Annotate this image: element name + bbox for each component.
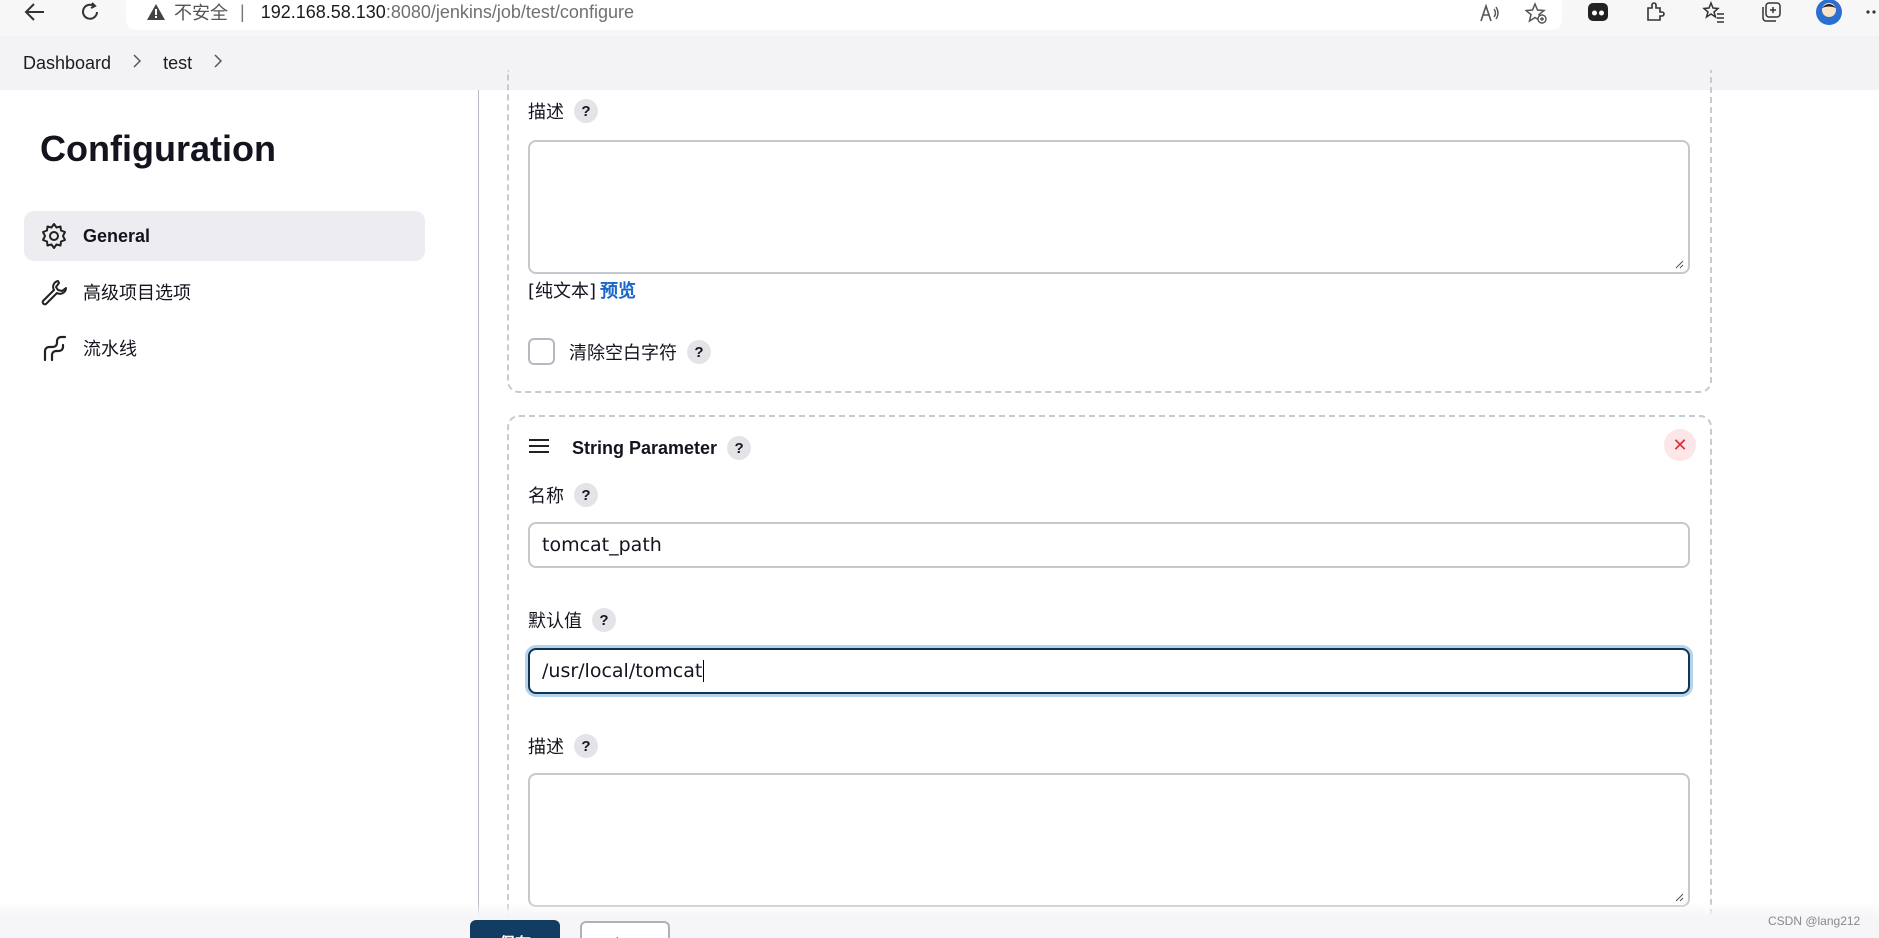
description-label: 描述 ? xyxy=(528,733,598,759)
description-label-text: 描述 xyxy=(528,102,564,123)
url-path: :8080/jenkins/job/test/configure xyxy=(385,1,634,22)
resize-handle-icon[interactable] xyxy=(1674,892,1684,902)
more-menu-icon[interactable] xyxy=(1860,0,1879,24)
breadcrumb-test[interactable]: test xyxy=(163,53,192,74)
profile-avatar-icon[interactable] xyxy=(1814,0,1844,25)
chevron-right-icon[interactable] xyxy=(214,53,223,73)
trim-label-text[interactable]: 清除空白字符 xyxy=(569,339,677,365)
plain-text-label: [纯文本] xyxy=(528,281,597,302)
save-button[interactable]: 保存 xyxy=(470,920,560,938)
insecure-label: 不安全 xyxy=(174,3,228,24)
format-info: [纯文本] 预览 xyxy=(528,277,636,303)
read-aloud-icon[interactable] xyxy=(1478,2,1502,24)
favorites-icon[interactable] xyxy=(1700,0,1728,24)
default-value-label: 默认值 ? xyxy=(528,607,616,633)
extension-app-icon[interactable] xyxy=(1584,0,1612,24)
preview-link[interactable]: 预览 xyxy=(600,281,636,302)
apply-button[interactable]: 应用 xyxy=(580,921,670,938)
back-icon[interactable] xyxy=(20,0,50,24)
name-input-value: tomcat_path xyxy=(542,534,662,556)
url-host: 192.168.58.130 xyxy=(260,1,386,22)
description-label-text: 描述 xyxy=(528,737,564,758)
name-label: 名称 ? xyxy=(528,482,598,508)
sidebar-item-label: 流水线 xyxy=(83,339,137,359)
trim-label: 清除空白字符 ? xyxy=(569,339,711,365)
resize-handle-icon[interactable] xyxy=(1674,259,1684,269)
sidebar-item-label: 高级项目选项 xyxy=(83,283,191,303)
wrench-icon xyxy=(39,277,69,307)
default-value-label-text: 默认值 xyxy=(528,611,582,632)
watermark: CSDN @lang212 xyxy=(1768,914,1861,928)
help-icon[interactable]: ? xyxy=(727,436,752,460)
gear-icon xyxy=(39,221,69,251)
name-label-text: 名称 xyxy=(528,486,564,507)
description-textarea[interactable] xyxy=(528,773,1690,907)
close-icon[interactable]: ✕ xyxy=(1664,429,1696,461)
collections-icon[interactable] xyxy=(1757,0,1785,24)
sidebar-item-pipeline[interactable]: 流水线 xyxy=(24,323,425,373)
warning-icon xyxy=(146,2,166,22)
description-label: 描述 ? xyxy=(528,98,598,124)
section-title-text: String Parameter xyxy=(572,437,718,458)
address-bar[interactable]: 不安全 | 192.168.58.130 :8080/jenkins/job/t… xyxy=(126,0,1562,30)
sidebar-item-label: General xyxy=(83,225,151,246)
help-icon[interactable]: ? xyxy=(687,340,711,364)
breadcrumb-dashboard[interactable]: Dashboard xyxy=(23,53,111,74)
text-caret xyxy=(703,660,705,682)
sidebar-item-general[interactable]: General xyxy=(24,211,425,261)
section-title: String Parameter ? xyxy=(572,436,752,460)
drag-handle-icon[interactable] xyxy=(528,437,550,455)
add-favorite-icon[interactable] xyxy=(1524,2,1548,24)
browser-toolbar: 不安全 | 192.168.58.130 :8080/jenkins/job/t… xyxy=(0,0,1879,36)
chevron-right-icon[interactable] xyxy=(133,53,142,73)
default-value-input-value: /usr/local/tomcat xyxy=(542,660,703,682)
bottom-action-bar xyxy=(0,902,1879,938)
sidebar-item-advanced-options[interactable]: 高级项目选项 xyxy=(24,267,425,317)
refresh-icon[interactable] xyxy=(75,0,105,24)
help-icon[interactable]: ? xyxy=(574,99,598,123)
description-textarea[interactable] xyxy=(528,140,1690,274)
help-icon[interactable]: ? xyxy=(574,734,598,758)
help-icon[interactable]: ? xyxy=(574,483,598,507)
trim-checkbox[interactable] xyxy=(528,338,555,365)
sidebar-divider xyxy=(478,90,479,938)
address-separator: | xyxy=(240,1,245,22)
name-input[interactable]: tomcat_path xyxy=(528,522,1690,568)
page-title: Configuration xyxy=(40,128,276,169)
default-value-input[interactable]: /usr/local/tomcat xyxy=(528,648,1690,694)
help-icon[interactable]: ? xyxy=(592,608,616,632)
pipeline-icon xyxy=(39,333,69,363)
extensions-icon[interactable] xyxy=(1641,0,1669,24)
